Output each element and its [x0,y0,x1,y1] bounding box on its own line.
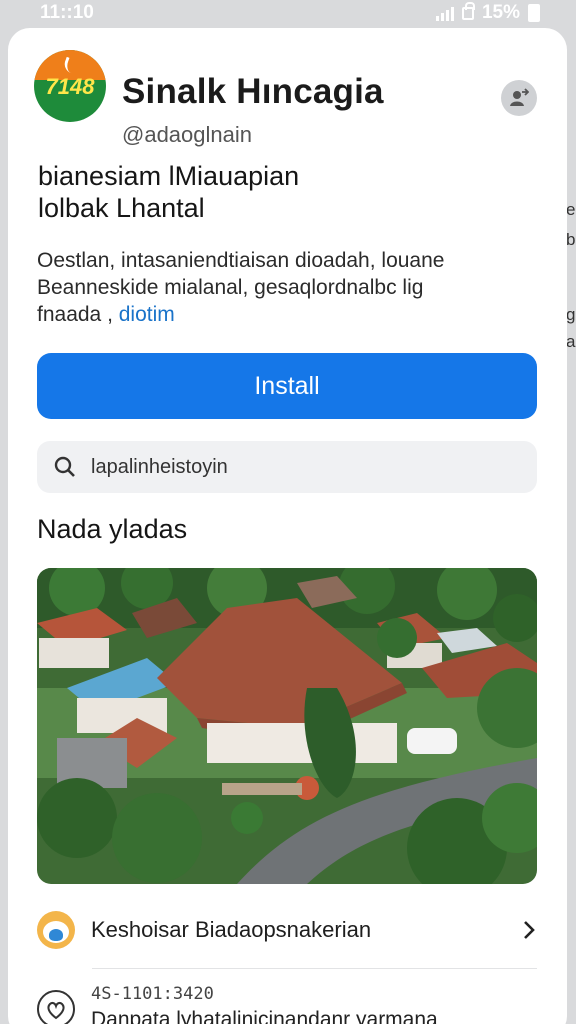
related-app-label: Keshoisar Biadaopsnakerian [91,917,372,942]
section-title: Nada yladas [37,514,188,544]
app-name: Sinalk Hıncagia [122,72,384,111]
lock-icon [461,1,475,20]
subtitle-line: bianesiam lMiauapian [38,161,300,191]
related-app-icon [37,911,75,949]
person-share-icon [510,88,529,106]
app-subtitle: bianesiam lMiauapian lolbak Lhantal [38,160,299,224]
share-button[interactable] [501,80,537,116]
install-button[interactable]: Install [37,353,537,419]
divider [92,968,537,969]
village-aerial-image [37,568,537,884]
info-code: 4S-1101:3420 [91,984,214,1004]
battery-percent: 15% [481,2,520,23]
heart-shield-icon [37,990,75,1024]
chevron-right-icon [524,921,535,939]
search-bar[interactable] [37,441,537,493]
description-text: fnaada , [37,303,113,326]
status-time: 11::10 [40,2,94,23]
background-text: a [566,332,576,351]
app-logo: 7148 [34,50,106,122]
info-row[interactable]: 4S-1101:3420 Danpata lyhatalinicinandanr… [37,980,537,1024]
subtitle-line: lolbak Lhantal [38,193,205,223]
background-text: g [566,305,576,324]
signal-icon [435,5,454,21]
app-description: Oestlan, intasaniendtiaisan dioadah, lou… [37,247,517,328]
description-line: Beanneskide mialanal, gesaqlordnalbc lig [37,276,424,299]
status-bar: 11::10 15% [0,0,576,26]
related-app-row[interactable]: Keshoisar Biadaopsnakerian [37,908,537,952]
developer-name[interactable]: @adaoglnain [122,122,252,148]
app-logo-text: 7148 [45,74,95,99]
description-line: fnaada , diotim [37,301,517,328]
search-icon [54,456,75,477]
info-text: Danpata lyhatalinicinandanr yarmana [91,1008,438,1024]
description-line: Oestlan, intasaniendtiaisan dioadah, lou… [37,249,445,272]
battery-icon [528,4,540,22]
background-text: b [566,230,576,249]
background-text: e [566,200,576,219]
app-detail-sheet: 7148 Sinalk Hıncagia @adaoglnain bianesi… [8,28,567,1024]
description-more-link[interactable]: diotim [119,303,175,326]
aerial-photo[interactable] [37,568,537,884]
search-input[interactable] [91,455,511,479]
status-icons: 15% [435,1,540,24]
app-header: 7148 Sinalk Hıncagia @adaoglnain [34,50,544,147]
